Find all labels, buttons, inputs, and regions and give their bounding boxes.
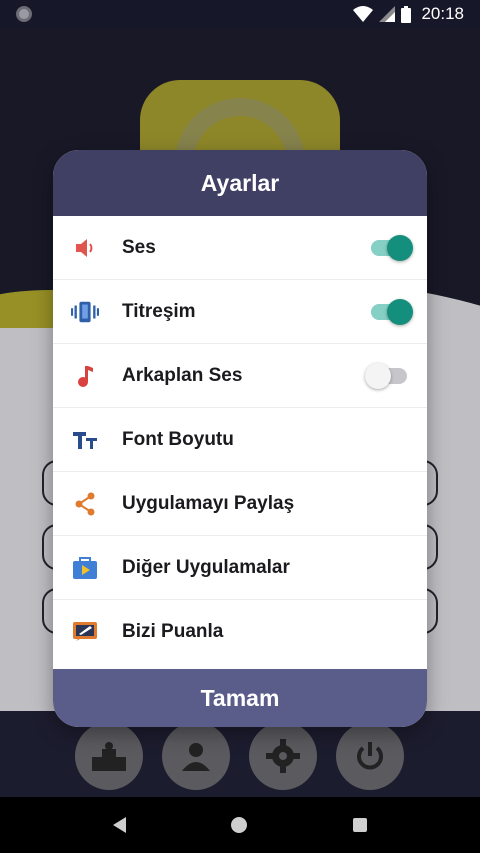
setting-row-sound[interactable]: Ses (53, 216, 427, 280)
text-size-icon (71, 426, 99, 454)
back-icon[interactable] (112, 817, 126, 833)
setting-label: Bizi Puanla (122, 621, 224, 642)
settings-list: Ses Titreşim Arkaplan Ses Font Boyutu Uy… (53, 216, 427, 664)
setting-row-rate-us[interactable]: Bizi Puanla (53, 600, 427, 664)
vibration-icon (71, 298, 99, 326)
setting-label: Arkaplan Ses (122, 364, 243, 386)
setting-row-background-sound[interactable]: Arkaplan Ses (53, 344, 427, 408)
setting-label: Uygulamayı Paylaş (122, 492, 295, 514)
settings-dialog: Ayarlar Ses Titreşim Arkaplan Ses Font B… (53, 150, 427, 727)
cell-signal-icon (379, 6, 396, 22)
background-sound-toggle[interactable] (365, 362, 407, 389)
sound-toggle[interactable] (371, 234, 413, 261)
wifi-icon (353, 6, 374, 22)
play-bag-icon (71, 554, 99, 582)
status-bar: 20:18 (0, 0, 480, 28)
ok-button[interactable]: Tamam (53, 669, 427, 727)
dialog-title: Ayarlar (53, 150, 427, 216)
battery-icon (401, 5, 412, 23)
speaker-icon (71, 234, 99, 262)
system-nav-bar (0, 797, 480, 853)
setting-row-vibration[interactable]: Titreşim (53, 280, 427, 344)
setting-label: Ses (122, 236, 156, 258)
setting-label: Diğer Uygulamalar (122, 556, 290, 578)
home-icon[interactable] (231, 817, 248, 833)
setting-row-other-apps[interactable]: Diğer Uygulamalar (53, 536, 427, 600)
music-note-icon (71, 362, 99, 390)
setting-row-share-app[interactable]: Uygulamayı Paylaş (53, 472, 427, 536)
share-icon (71, 490, 99, 518)
vibration-toggle[interactable] (371, 298, 413, 325)
notification-dot-icon (16, 6, 32, 22)
setting-row-font-size[interactable]: Font Boyutu (53, 408, 427, 472)
recents-icon[interactable] (353, 818, 368, 832)
rate-icon (71, 618, 99, 646)
status-icons: 20:18 (353, 4, 464, 24)
setting-label: Font Boyutu (122, 428, 234, 450)
setting-label: Titreşim (122, 300, 196, 322)
clock: 20:18 (421, 4, 464, 23)
